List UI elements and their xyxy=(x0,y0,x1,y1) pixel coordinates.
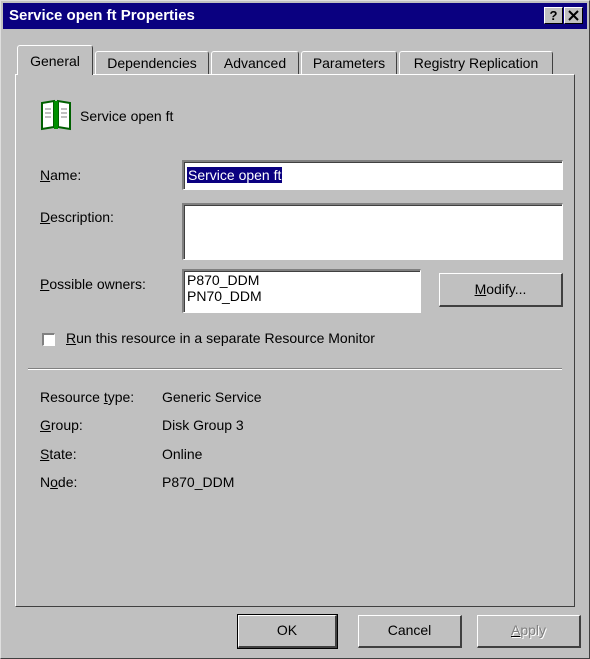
state-label: State: xyxy=(40,446,77,462)
description-label: Description: xyxy=(40,209,114,225)
tab-parameters[interactable]: Parameters xyxy=(301,51,397,75)
separate-monitor-checkbox[interactable] xyxy=(42,333,55,346)
node-value: P870_DDM xyxy=(162,474,235,490)
properties-dialog: Service open ft Properties ? General Dep… xyxy=(0,0,590,659)
resource-type-label: Resource type: xyxy=(40,389,135,405)
modify-button[interactable]: Modify... xyxy=(439,273,563,307)
cancel-button[interactable]: Cancel xyxy=(358,615,462,648)
name-field[interactable]: Service open ft xyxy=(182,160,563,190)
tab-registry-replication[interactable]: Registry Replication xyxy=(399,51,553,75)
tab-panel-general: Service open ft Name: Service open ft De… xyxy=(15,74,575,607)
tab-general[interactable]: General xyxy=(17,45,93,75)
description-field[interactable] xyxy=(182,203,563,260)
close-button[interactable] xyxy=(564,7,583,24)
separator xyxy=(28,368,562,370)
apply-button[interactable]: Apply xyxy=(477,615,581,648)
name-label: Name: xyxy=(40,167,82,183)
title-bar[interactable]: Service open ft Properties ? xyxy=(3,3,587,29)
help-button[interactable]: ? xyxy=(544,7,563,24)
possible-owners-list[interactable]: P870_DDM PN70_DDM xyxy=(182,269,421,313)
resource-type-value: Generic Service xyxy=(162,389,262,405)
possible-owners-label: Possible owners: xyxy=(40,276,146,292)
resource-name-heading: Service open ft xyxy=(80,108,174,124)
list-item[interactable]: PN70_DDM xyxy=(187,288,417,304)
separate-monitor-label[interactable]: Run this resource in a separate Resource… xyxy=(66,330,375,346)
group-value: Disk Group 3 xyxy=(162,417,244,433)
group-label: Group: xyxy=(40,417,83,433)
state-value: Online xyxy=(162,446,203,462)
close-icon xyxy=(568,10,579,21)
name-field-value: Service open ft xyxy=(187,167,283,183)
ok-button[interactable]: OK xyxy=(237,614,338,649)
node-label: Node: xyxy=(40,474,78,490)
tab-dependencies[interactable]: Dependencies xyxy=(95,51,209,75)
tab-advanced[interactable]: Advanced xyxy=(211,51,299,75)
book-icon xyxy=(38,97,74,136)
list-item[interactable]: P870_DDM xyxy=(187,272,417,288)
window-title: Service open ft Properties xyxy=(9,7,195,24)
